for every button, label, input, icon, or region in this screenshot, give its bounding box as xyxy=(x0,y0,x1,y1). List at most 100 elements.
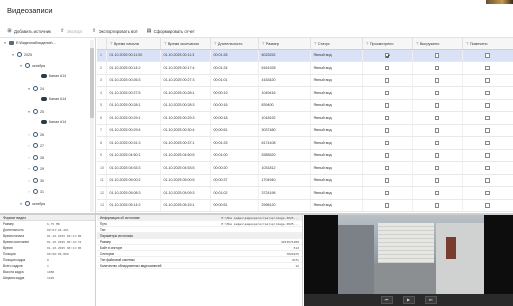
table-row[interactable]: 10 01.10.2025 04:53:3 01.10.2025 04:53:5 00… xyxy=(97,161,513,175)
viewed-checkbox[interactable] xyxy=(384,53,390,58)
viewed-checkbox[interactable] xyxy=(384,203,390,208)
marked-checkbox[interactable] xyxy=(485,203,490,208)
video-player[interactable]: ⏮ ▶ ⏭ xyxy=(304,215,513,306)
viewed-checkbox[interactable] xyxy=(384,90,390,95)
exported-checkbox[interactable] xyxy=(434,103,440,108)
marked-checkbox[interactable] xyxy=(485,128,490,133)
viewed-checkbox[interactable] xyxy=(384,78,390,83)
viewed-checkbox[interactable] xyxy=(384,115,390,120)
exported-checkbox[interactable] xyxy=(434,153,440,158)
exported-checkbox[interactable] xyxy=(434,65,440,70)
filter-icon[interactable]: ⊤ xyxy=(262,42,265,46)
exported-checkbox[interactable] xyxy=(434,140,440,145)
column-header[interactable]: ⊤Время начала xyxy=(106,38,161,50)
filter-icon[interactable]: ⊤ xyxy=(314,42,317,46)
viewed-checkbox[interactable] xyxy=(384,190,390,195)
exported-checkbox[interactable] xyxy=(434,53,440,58)
chevron-icon[interactable]: › xyxy=(27,156,31,160)
report-button[interactable]: ▤ Сформировать отчет xyxy=(147,29,195,35)
filter-icon[interactable]: ⊤ xyxy=(214,42,217,46)
table-row[interactable]: 8 01.10.2025 00:31:3 01.10.2025 00:37:1 00:… xyxy=(97,136,513,150)
tree-item[interactable]: ▾ октября xyxy=(19,201,45,206)
marked-checkbox[interactable] xyxy=(485,140,490,145)
play-button[interactable]: ▶ xyxy=(402,296,415,304)
column-header[interactable]: ⊤Выгружено xyxy=(412,38,463,50)
table-row[interactable]: 5 01.10.2025 00:28:1 01.10.2025 00:28:3 00:… xyxy=(97,99,513,112)
chevron-icon[interactable]: ▾ xyxy=(19,202,23,206)
table-row[interactable]: 9 01.10.2025 04:50:1 01.10.2025 04:50:5 00:… xyxy=(97,149,513,162)
tree-item[interactable]: ▾ 24 xyxy=(27,86,44,91)
viewed-checkbox[interactable] xyxy=(384,103,390,108)
tree-item[interactable]: Канал #14 xyxy=(35,74,66,78)
marked-checkbox[interactable] xyxy=(485,115,490,120)
table-row[interactable]: 11 01.10.2025 05:00:2 01.10.2025 05:00:5 00… xyxy=(97,174,513,187)
export-button[interactable]: ⇧ Экспорт xyxy=(60,29,82,35)
marked-checkbox[interactable] xyxy=(485,178,490,183)
filter-icon[interactable]: ⊤ xyxy=(110,42,113,46)
chevron-icon[interactable]: ▾ xyxy=(27,87,31,91)
chevron-icon[interactable]: ▾ xyxy=(19,64,23,68)
table-row[interactable]: 7 01.10.2025 00:29:4 01.10.2025 00:30:4 00:… xyxy=(97,124,513,137)
exported-checkbox[interactable] xyxy=(434,178,440,183)
next-button[interactable]: ⏭ xyxy=(424,296,437,304)
video-frame[interactable] xyxy=(338,215,484,294)
column-header[interactable]: ⊤Помечено xyxy=(462,38,513,50)
column-header[interactable] xyxy=(97,38,107,50)
tree-item[interactable]: ▾ октября xyxy=(19,63,45,68)
table-row[interactable]: 6 01.10.2025 00:29:1 01.10.2025 00:29:3 00:… xyxy=(97,111,513,125)
chevron-icon[interactable]: › xyxy=(27,190,31,194)
table-row[interactable]: 2 01.10.2025 00:14:2 01.10.2025 00:17:4 00:… xyxy=(97,61,513,75)
marked-checkbox[interactable] xyxy=(485,65,490,70)
marked-checkbox[interactable] xyxy=(485,190,490,195)
previous-button[interactable]: ⏮ xyxy=(380,296,393,304)
tree-item[interactable]: › 28 xyxy=(27,155,44,160)
filter-icon[interactable]: ⊤ xyxy=(366,42,369,46)
column-header[interactable]: ⊤Размер xyxy=(258,38,311,50)
tree-item[interactable]: › 26 xyxy=(27,132,44,137)
exported-checkbox[interactable] xyxy=(434,190,440,195)
table-row[interactable]: 12 01.10.2025 05:08:3 01.10.2025 05:09:3 00… xyxy=(97,186,513,200)
filter-icon[interactable]: ⊤ xyxy=(466,42,469,46)
tree-root[interactable]: ▾ E:\Видеонаблюдение\... xyxy=(3,41,56,45)
chevron-icon[interactable]: › xyxy=(27,167,31,171)
table-row[interactable]: 4 01.10.2025 00:27:5 01.10.2025 00:28:1 00:… xyxy=(97,86,513,100)
chevron-icon[interactable]: › xyxy=(27,133,31,137)
viewed-checkbox[interactable] xyxy=(384,140,390,145)
viewed-checkbox[interactable] xyxy=(384,128,390,133)
column-header[interactable]: ⊤Длительность xyxy=(210,38,259,50)
chevron-icon[interactable]: › xyxy=(27,144,31,148)
tree-item[interactable]: › 29 xyxy=(27,166,44,171)
exported-checkbox[interactable] xyxy=(434,78,440,83)
tree-item[interactable]: ▾ 25 xyxy=(27,109,44,114)
exported-checkbox[interactable] xyxy=(434,203,440,208)
export-all-button[interactable]: ⇧ Экспортировать всё xyxy=(92,29,138,35)
tree-item[interactable]: Канал #14 xyxy=(35,120,66,124)
tree-item[interactable]: › 31 xyxy=(27,189,44,194)
marked-checkbox[interactable] xyxy=(485,165,490,170)
exported-checkbox[interactable] xyxy=(434,115,440,120)
filter-icon[interactable]: ⊤ xyxy=(416,42,419,46)
marked-checkbox[interactable] xyxy=(485,53,490,58)
marked-checkbox[interactable] xyxy=(485,90,490,95)
exported-checkbox[interactable] xyxy=(434,165,440,170)
marked-checkbox[interactable] xyxy=(485,103,490,108)
tree-item[interactable]: › 30 xyxy=(27,178,44,183)
exported-checkbox[interactable] xyxy=(434,90,440,95)
column-header[interactable]: ⊤Просмотрено xyxy=(362,38,413,50)
viewed-checkbox[interactable] xyxy=(384,178,390,183)
viewed-checkbox[interactable] xyxy=(384,165,390,170)
tree-item[interactable]: ▾ 2025 xyxy=(11,52,32,57)
viewed-checkbox[interactable] xyxy=(384,153,390,158)
chevron-down-icon[interactable]: ▾ xyxy=(3,41,7,45)
add-source-button[interactable]: ⊞ Добавить источник xyxy=(7,29,51,35)
chevron-icon[interactable]: ▾ xyxy=(11,53,15,57)
viewed-checkbox[interactable] xyxy=(384,65,390,70)
tree-scrollbar-thumb[interactable] xyxy=(90,48,94,118)
chevron-icon[interactable]: ▾ xyxy=(27,110,31,114)
marked-checkbox[interactable] xyxy=(485,153,490,158)
marked-checkbox[interactable] xyxy=(485,78,490,83)
tree-item[interactable]: › 27 xyxy=(27,143,44,148)
filter-icon[interactable]: ⊤ xyxy=(164,42,167,46)
table-row[interactable]: 3 01.10.2025 00:26:3 01.10.2025 00:27:3 00:… xyxy=(97,74,513,87)
tree-item[interactable]: Канал #14 xyxy=(35,97,66,101)
